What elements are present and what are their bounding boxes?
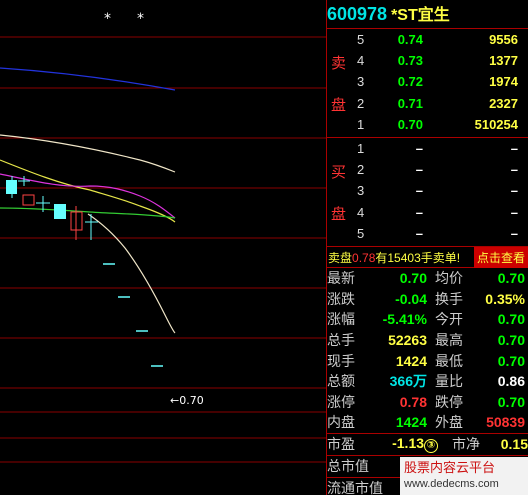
view-details-button[interactable]: 点击查看 bbox=[473, 246, 528, 268]
stat-value: -0.04 bbox=[395, 290, 427, 307]
buy-level-4[interactable]: 4– – bbox=[357, 202, 528, 223]
last-price-marker: ←0.70 bbox=[170, 394, 204, 407]
watermark: 股票内容云平台 www.dedecms.com bbox=[400, 457, 528, 495]
stat-label: 内盘 bbox=[327, 414, 355, 431]
stat-value: 0.70 bbox=[497, 270, 525, 287]
stat-label: 最低 bbox=[435, 352, 463, 369]
candle bbox=[54, 204, 66, 219]
stat-label: 最高 bbox=[435, 332, 463, 349]
quote-panel: 600978 *ST宜生 卖 盘 5 0.74 9556 4 0.73 1377 3 0.7… bbox=[327, 0, 528, 495]
stat-label: 今开 bbox=[435, 311, 463, 328]
stat-row: 总额 366万 量比 0.86 bbox=[327, 371, 528, 392]
chart-grid bbox=[0, 36, 326, 463]
stat-value: 52263 bbox=[388, 332, 427, 349]
stat-label: 跌停 bbox=[435, 393, 463, 410]
sell-level-1[interactable]: 1 0.70 510254 bbox=[357, 114, 528, 135]
stat-value: 0.70 bbox=[399, 270, 427, 287]
buy-level-1[interactable]: 1– – bbox=[357, 138, 528, 159]
pe-badge: ③ bbox=[424, 439, 439, 454]
pe-value: -1.13 ③ bbox=[370, 435, 439, 454]
sell-book: 卖 盘 5 0.74 9556 4 0.73 1377 3 0.72 1974 2 0.71 2… bbox=[327, 29, 528, 137]
chart-star-marker: * bbox=[104, 11, 111, 27]
stock-code: 600978 bbox=[327, 4, 388, 24]
stat-label: 涨停 bbox=[327, 393, 355, 410]
ma-line-fast bbox=[87, 213, 176, 334]
stat-value: 0.35% bbox=[485, 290, 525, 307]
stat-value: 0.70 bbox=[497, 311, 525, 328]
stat-value: 0.86 bbox=[497, 373, 525, 390]
stat-label: 现手 bbox=[327, 352, 355, 369]
stat-value: 1424 bbox=[395, 414, 427, 431]
stat-value: 366万 bbox=[389, 373, 427, 390]
stat-label: 换手 bbox=[435, 290, 463, 307]
buy-side-label: 买 盘 bbox=[331, 164, 347, 223]
stat-value: 0.78 bbox=[399, 393, 427, 410]
stat-row: 内盘 1424 外盘 50839 bbox=[327, 412, 528, 433]
stat-value: 0.70 bbox=[497, 352, 525, 369]
candle bbox=[22, 194, 35, 206]
stat-label: 均价 bbox=[435, 270, 463, 287]
buy-book: 买 盘 1– – 2– – 3– – 4– – 5– – bbox=[327, 138, 528, 246]
sell-level-5[interactable]: 5 0.74 9556 bbox=[357, 29, 528, 50]
stat-label: 涨幅 bbox=[327, 311, 355, 328]
stat-value: 0.70 bbox=[497, 332, 525, 349]
pe-pb-row: 市盈 -1.13 ③ 市净 0.15 bbox=[327, 432, 528, 455]
intraday-kline-chart[interactable]: * * ←0.70 bbox=[0, 0, 326, 495]
stock-title[interactable]: 600978 *ST宜生 bbox=[327, 0, 528, 28]
summary-text: 卖盘0.78有15403手卖单! bbox=[328, 250, 461, 265]
stat-row: 最新 0.70 均价 0.70 bbox=[327, 268, 528, 289]
sell-level-2[interactable]: 2 0.71 2327 bbox=[357, 93, 528, 114]
stats-grid: 最新 0.70 均价 0.70 涨跌 -0.04 换手 0.35% 涨幅 -5.41% 今开 0.70… bbox=[327, 268, 528, 433]
stat-value: 0.70 bbox=[497, 393, 525, 410]
stat-value: 1424 bbox=[395, 352, 427, 369]
stat-label: 涨跌 bbox=[327, 290, 355, 307]
buy-level-3[interactable]: 3– – bbox=[357, 180, 528, 201]
sell-order-summary: 卖盘0.78有15403手卖单! 点击查看 bbox=[327, 246, 528, 268]
stat-value: -5.41% bbox=[382, 311, 427, 328]
stat-row: 总手 52263 最高 0.70 bbox=[327, 330, 528, 351]
stat-row: 涨停 0.78 跌停 0.70 bbox=[327, 392, 528, 413]
stat-label: 外盘 bbox=[435, 414, 463, 431]
buy-level-5[interactable]: 5– – bbox=[357, 223, 528, 244]
buy-level-2[interactable]: 2– – bbox=[357, 159, 528, 180]
stat-label: 总额 bbox=[327, 373, 355, 390]
stat-value: 50839 bbox=[486, 414, 525, 431]
ma-line-white bbox=[0, 134, 176, 173]
stat-label: 最新 bbox=[327, 270, 355, 287]
sell-level-3[interactable]: 3 0.72 1974 bbox=[357, 71, 528, 92]
stat-row: 涨幅 -5.41% 今开 0.70 bbox=[327, 309, 528, 330]
stat-row: 涨跌 -0.04 换手 0.35% bbox=[327, 289, 528, 310]
sell-side-label: 卖 盘 bbox=[331, 55, 347, 114]
stat-label: 量比 bbox=[435, 373, 463, 390]
stat-row: 现手 1424 最低 0.70 bbox=[327, 350, 528, 371]
stock-name: *ST宜生 bbox=[391, 7, 450, 24]
ma-line-yellow bbox=[0, 159, 176, 223]
stat-label: 总手 bbox=[327, 332, 355, 349]
chart-star-marker: * bbox=[137, 11, 144, 27]
ma-line-blue bbox=[0, 67, 176, 91]
sell-level-4[interactable]: 4 0.73 1377 bbox=[357, 50, 528, 71]
